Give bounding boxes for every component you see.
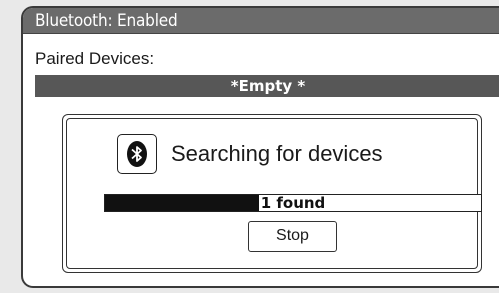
search-progress-bar: 1 found 1 found xyxy=(104,194,482,212)
searching-dialog: Searching for devices 1 found 1 found St… xyxy=(62,114,482,273)
device-screen: Bluetooth: Enabled Paired Devices: *Empt… xyxy=(21,6,499,288)
paired-devices-empty-row[interactable]: *Empty * xyxy=(35,75,499,97)
paired-devices-label: Paired Devices: xyxy=(35,49,155,68)
stop-button[interactable]: Stop xyxy=(248,221,337,252)
bluetooth-icon xyxy=(117,134,157,174)
searching-message: Searching for devices xyxy=(171,141,383,166)
search-progress-label-inverted: 1 found xyxy=(105,195,259,211)
search-progress-label-overlay: 1 found xyxy=(105,195,259,211)
status-bar: Bluetooth: Enabled xyxy=(23,8,499,34)
